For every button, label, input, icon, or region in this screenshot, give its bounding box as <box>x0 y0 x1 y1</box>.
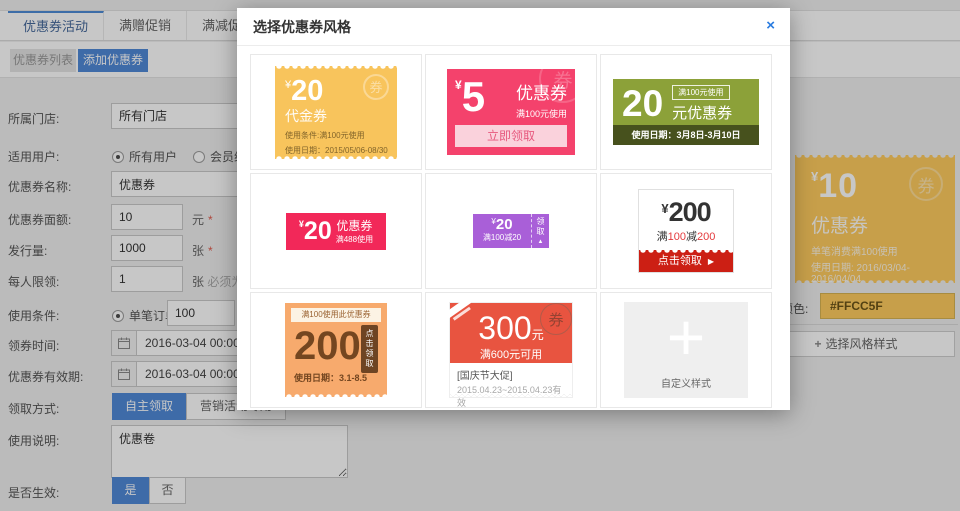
coupon-info: 优惠券 满488使用 <box>336 217 373 245</box>
claim-tab[interactable]: 领取 ▲ <box>531 214 549 248</box>
wave-edge <box>450 394 572 397</box>
scallop-edge <box>639 250 733 254</box>
coupon-amount: ¥20 <box>299 219 332 244</box>
coupon-condition: 满100减200 <box>639 228 733 244</box>
coupon-condition: 满100减20 <box>473 232 531 243</box>
claim-now-button[interactable]: 立即领取 <box>455 125 567 147</box>
coupon-style-option-5[interactable]: ¥20 满100减20 领取 ▲ <box>425 173 597 289</box>
coupon-condition: 满488使用 <box>336 234 373 245</box>
coupon-amount: ¥20 <box>473 216 531 233</box>
arrow-right-icon: ▶ <box>708 257 714 266</box>
coupon-name: 优惠券 <box>516 79 567 104</box>
coupon-card-olive: 20 满100元使用 元优惠券 使用日期：3月8日-3月10日 <box>613 79 759 145</box>
coupon-style-option-custom[interactable]: + 自定义样式 <box>600 292 772 408</box>
coupon-card-red-small: ¥20 优惠券 满488使用 <box>286 213 386 250</box>
coupon-body: 券 300元 满600元可用 <box>450 303 572 363</box>
coupon-condition: 使用条件:满100元使用 <box>285 130 387 141</box>
custom-style-label: 自定义样式 <box>624 375 748 390</box>
coupon-amount: ¥200 <box>639 197 733 228</box>
coupon-card-red-big: 券 300元 满600元可用 [国庆节大促] 2015.04.23~2015.0… <box>449 302 573 398</box>
coupon-info: 优惠券 满100元使用 <box>516 76 567 120</box>
coupon-style-option-3[interactable]: 20 满100元使用 元优惠券 使用日期：3月8日-3月10日 <box>600 54 772 170</box>
coupon-body: 20 满100元使用 元优惠券 <box>613 79 759 125</box>
coupon-date: 使用日期：3月8日-3月10日 <box>613 125 759 145</box>
scallop-edge <box>275 66 397 70</box>
coupon-card-yellow: ¥20 券 代金券 使用条件:满100元使用 使用日期：2015/05/06-0… <box>275 66 397 159</box>
coupon-stamp-icon: 券 <box>540 303 572 335</box>
coupon-promo-title: [国庆节大促] <box>457 367 565 382</box>
coupon-style-option-4[interactable]: ¥20 优惠券 满488使用 <box>250 173 422 289</box>
coupon-name: 元优惠券 <box>672 102 732 123</box>
coupon-name: 优惠券 <box>336 217 373 234</box>
claim-label: 领取 <box>535 217 546 237</box>
coupon-style-option-6[interactable]: ¥200 满100减200 点击领取▶ <box>600 173 772 289</box>
close-icon[interactable]: × <box>766 17 775 34</box>
click-claim-button[interactable]: 点击领取▶ <box>639 250 733 272</box>
coupon-card-white-red: ¥200 满100减200 点击领取▶ <box>638 189 734 273</box>
custom-style-card: + 自定义样式 <box>624 302 748 398</box>
coupon-condition: 满600元可用 <box>450 346 572 362</box>
coupon-condition: 满100使用此优惠券 <box>291 308 381 322</box>
coupon-style-option-7[interactable]: 满100使用此优惠券 200 点击领取 使用日期：3.1-8.5 <box>250 292 422 408</box>
coupon-card-orange: 满100使用此优惠券 200 点击领取 使用日期：3.1-8.5 <box>285 303 387 397</box>
coupon-style-option-8[interactable]: 券 300元 满600元可用 [国庆节大促] 2015.04.23~2015.0… <box>425 292 597 408</box>
scallop-edge <box>285 393 387 397</box>
coupon-condition: 满100元使用 <box>516 107 567 120</box>
coupon-style-modal: 选择优惠券风格 × ¥20 券 代金券 使用条件:满100元使用 使用日期：20… <box>237 8 790 410</box>
coupon-footer: [国庆节大促] 2015.04.23~2015.04.23有效 <box>450 363 572 409</box>
coupon-info: 满100元使用 元优惠券 <box>672 84 732 123</box>
coupon-body: ¥20 满100减20 <box>473 214 531 248</box>
coupon-amount: 20 <box>622 85 663 122</box>
coupon-stamp-icon: 券 <box>363 74 389 100</box>
coupon-card-pink: 券 ¥5 优惠券 满100元使用 立即领取 <box>447 69 575 155</box>
coupon-style-option-1[interactable]: ¥20 券 代金券 使用条件:满100元使用 使用日期：2015/05/06-0… <box>250 54 422 170</box>
coupon-amount-row: ¥5 优惠券 满100元使用 <box>455 76 567 120</box>
modal-title: 选择优惠券风格 <box>237 8 790 46</box>
plus-icon: + <box>624 298 748 376</box>
triangle-up-icon: ▲ <box>538 239 544 245</box>
coupon-style-grid: ¥20 券 代金券 使用条件:满100元使用 使用日期：2015/05/06-0… <box>250 54 772 408</box>
click-claim-tab[interactable]: 点击领取 <box>361 325 378 373</box>
coupon-style-option-2[interactable]: 券 ¥5 优惠券 满100元使用 立即领取 <box>425 54 597 170</box>
coupon-amount: ¥5 <box>455 76 485 118</box>
coupon-card-purple: ¥20 满100减20 领取 ▲ <box>473 214 549 248</box>
coupon-name: 代金券 <box>285 106 387 126</box>
coupon-amount: 200 <box>294 326 361 366</box>
coupon-condition-badge: 满100元使用 <box>672 85 729 100</box>
scallop-edge <box>275 155 397 159</box>
